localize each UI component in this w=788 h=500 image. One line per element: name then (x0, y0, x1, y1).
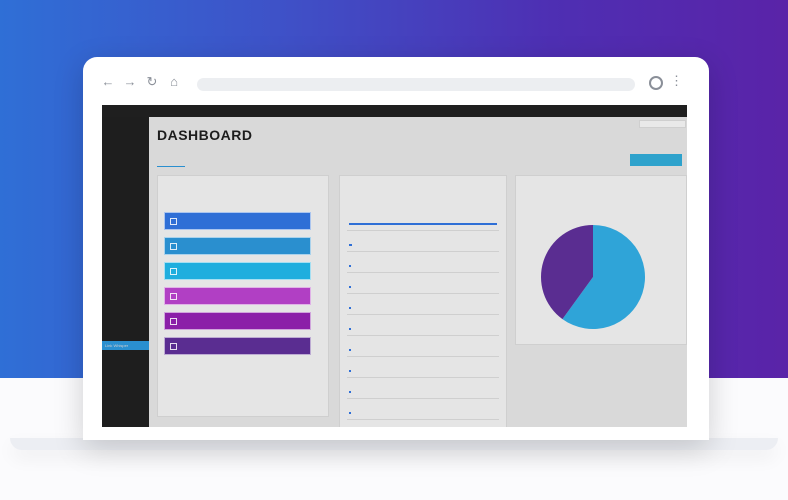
domain-row (347, 254, 499, 273)
sidebar-item-link-whisper[interactable]: Link Whisper (102, 341, 149, 350)
domain-bar (349, 307, 351, 309)
links-stats-card (157, 175, 329, 417)
sidebar-item-label: Link Whisper (105, 343, 129, 348)
domain-row (347, 317, 499, 336)
document-icon (170, 218, 177, 225)
account-icon[interactable] (649, 76, 663, 90)
admin-sidebar: Link Whisper (102, 117, 149, 427)
address-bar[interactable] (197, 78, 635, 91)
domain-row (347, 233, 499, 252)
domain-bar (349, 370, 351, 372)
domain-bar (349, 244, 352, 246)
page-title: DASHBOARD (157, 127, 253, 143)
domain-row (347, 359, 499, 378)
stat-posts-crawled-button[interactable] (164, 212, 311, 230)
domain-bar (349, 412, 351, 414)
domain-row (347, 380, 499, 399)
domain-row (347, 401, 499, 420)
laptop-frame: ← → ↻ ⌂ ⋮ Link Whisper DASHBOARD (83, 57, 709, 440)
stat-internal-links-button[interactable] (164, 262, 311, 280)
domain-row (347, 212, 499, 231)
browser-toolbar: ← → ↻ ⌂ ⋮ (83, 57, 709, 105)
domain-bar (349, 349, 351, 351)
reload-icon[interactable]: ↻ (145, 75, 159, 89)
home-icon[interactable]: ⌂ (167, 75, 181, 89)
main-content: DASHBOARD (149, 117, 687, 427)
domain-bar (349, 223, 497, 225)
stat-broken-links-button[interactable] (164, 312, 311, 330)
links-pie-chart (541, 225, 646, 329)
broken-link-icon (170, 318, 177, 325)
browser-menu-icon[interactable]: ⋮ (670, 74, 683, 88)
domain-bar (349, 286, 351, 288)
domain-bar (349, 265, 351, 267)
domain-bar (349, 391, 351, 393)
domain-row (347, 275, 499, 294)
internal-link-icon (170, 268, 177, 275)
internal-vs-external-card (515, 175, 687, 345)
stat-redirects-button[interactable] (164, 337, 311, 355)
forward-icon[interactable]: → (123, 75, 137, 89)
domain-row (347, 296, 499, 315)
wordpress-screen: Link Whisper DASHBOARD (102, 105, 687, 427)
primary-action-button[interactable] (630, 154, 682, 166)
admin-bar (102, 105, 687, 117)
tab-dashboard-underline (157, 166, 185, 167)
stat-links-found-button[interactable] (164, 237, 311, 255)
redirect-icon (170, 343, 177, 350)
domain-bar (349, 328, 351, 330)
orphan-icon (170, 293, 177, 300)
screen-options-button[interactable] (639, 120, 686, 128)
link-icon (170, 243, 177, 250)
back-icon[interactable]: ← (101, 75, 115, 89)
domain-row (347, 338, 499, 357)
stat-orphaned-posts-button[interactable] (164, 287, 311, 305)
most-linked-domains-card (339, 175, 507, 427)
